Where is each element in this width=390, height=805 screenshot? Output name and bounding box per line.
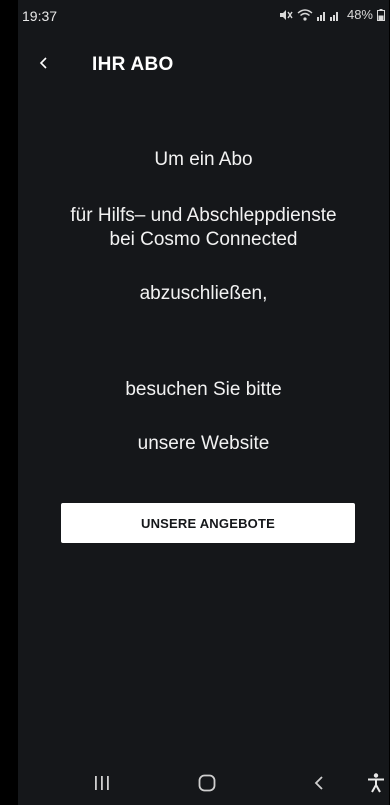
- home-button[interactable]: [192, 768, 222, 798]
- page-title: IHR ABO: [92, 54, 174, 75]
- message-line-2b: bei Cosmo Connected: [109, 229, 298, 250]
- back-icon: [314, 776, 323, 790]
- recent-apps-icon: [95, 776, 109, 790]
- status-icons: 48%: [279, 7, 385, 22]
- accessibility-icon: [368, 773, 384, 793]
- signal-icon: [316, 9, 343, 21]
- nav-back-button[interactable]: [304, 768, 334, 798]
- message-line-3: abzuschließen,: [139, 283, 268, 304]
- system-nav-bar: [18, 760, 389, 805]
- wifi-icon: [297, 8, 313, 21]
- message-line-1: Um ein Abo: [154, 149, 253, 170]
- our-offers-button[interactable]: UNSERE ANGEBOTE: [61, 503, 355, 543]
- battery-level: 48%: [346, 7, 373, 22]
- status-time: 19:37: [22, 8, 58, 24]
- app-header: IHR ABO: [18, 44, 389, 88]
- home-icon: [198, 774, 216, 792]
- back-button[interactable]: [32, 52, 54, 74]
- chevron-left-icon: [39, 57, 47, 69]
- message-line-2a: für Hilfs– und Abschleppdienste: [70, 205, 337, 226]
- message-line-5: unsere Website: [137, 433, 270, 454]
- message-line-4: besuchen Sie bitte: [125, 379, 282, 400]
- battery-icon: [377, 8, 385, 21]
- accessibility-button[interactable]: [361, 768, 390, 798]
- recent-apps-button[interactable]: [87, 768, 117, 798]
- app-screen: 19:37 48% IHR ABO Um ein Abo für Hilfs– …: [18, 0, 389, 805]
- mute-icon: [279, 9, 293, 21]
- status-bar: 19:37 48%: [18, 0, 389, 30]
